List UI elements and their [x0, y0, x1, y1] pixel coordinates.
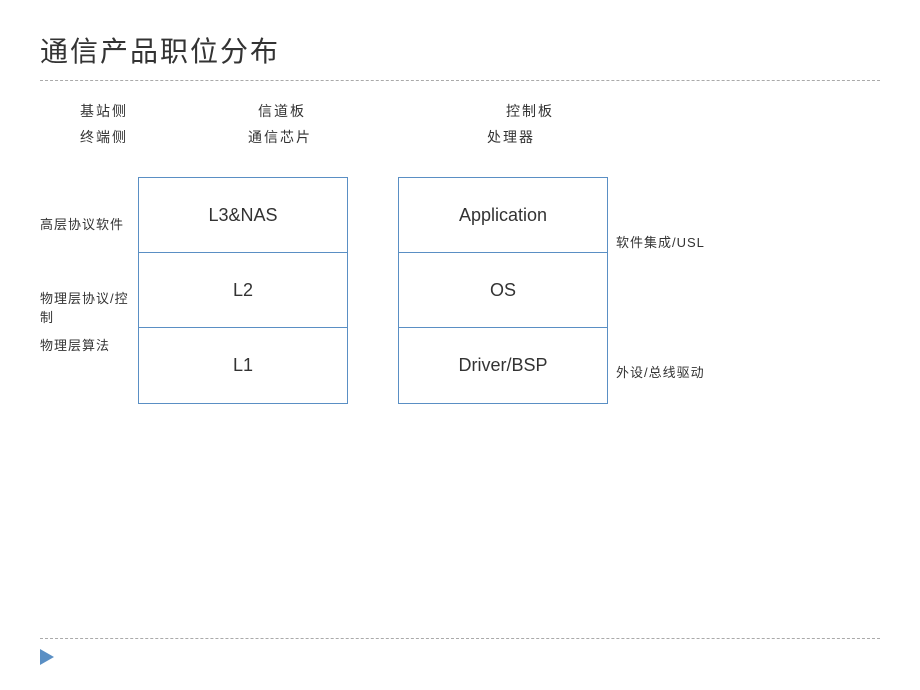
label-chuliji: 处理器: [487, 127, 535, 147]
stack-right-label-1: OS: [490, 280, 516, 301]
left-label-top: 高层协议软件: [40, 178, 130, 258]
right-label-mid: 外设/总线驱动: [616, 315, 716, 385]
footer-divider: [40, 638, 880, 639]
right-labels: 软件集成/USL 外设/总线驱动: [616, 177, 716, 404]
footer-arrow-icon: [40, 649, 54, 665]
label-phy-algo: 物理层算法: [40, 335, 110, 354]
title-divider: [40, 80, 880, 81]
label-xindaoban: 信道板: [258, 101, 306, 121]
stack-right-label-0: Application: [459, 205, 547, 226]
label-high-protocol: 高层协议软件: [40, 214, 124, 233]
stack-left-label-2: L1: [233, 355, 253, 376]
label-kongzhiban: 控制板: [506, 101, 554, 121]
stack-right: Application OS Driver/BSP: [398, 177, 608, 404]
left-labels: 高层协议软件 物理层协议/控制 物理层算法: [40, 177, 130, 404]
stack-left-cell-2: L1: [139, 328, 347, 403]
stack-left-cell-1: L2: [139, 253, 347, 328]
stack-right-cell-0: Application: [399, 178, 607, 253]
label-peripheral: 外设/总线驱动: [616, 362, 705, 381]
left-label-mid: 物理层协议/控制: [40, 260, 130, 330]
boxes-group: L3&NAS L2 L1 Application OS Driver/BSP: [138, 177, 608, 404]
right-label-top: 软件集成/USL: [616, 196, 716, 276]
labels-row-2: 终端侧 通信芯片 处理器: [40, 127, 880, 147]
page: 通信产品职位分布 基站侧 信道板 控制板 终端侧 通信芯片 处理器 高层协议软件…: [0, 0, 920, 690]
label-software-integration: 软件集成/USL: [616, 232, 705, 251]
stack-left-cell-0: L3&NAS: [139, 178, 347, 253]
stack-left-label-0: L3&NAS: [208, 205, 277, 226]
footer-section: [40, 638, 880, 670]
stack-left-label-1: L2: [233, 280, 253, 301]
stack-right-cell-1: OS: [399, 253, 607, 328]
stack-left: L3&NAS L2 L1: [138, 177, 348, 404]
stack-right-label-2: Driver/BSP: [458, 355, 547, 376]
label-jizhan: 基站侧: [80, 101, 128, 121]
stack-right-cell-2: Driver/BSP: [399, 328, 607, 403]
title-section: 通信产品职位分布: [40, 30, 880, 81]
label-zhongduan: 终端侧: [80, 127, 128, 147]
label-phy-protocol: 物理层协议/控制: [40, 288, 130, 326]
label-tongxinxinpian: 通信芯片: [248, 127, 312, 147]
left-label-bot: 物理层算法: [40, 333, 130, 403]
diagram-area: 高层协议软件 物理层协议/控制 物理层算法 L3&NAS L2 L1: [40, 177, 880, 404]
page-title: 通信产品职位分布: [40, 30, 880, 70]
labels-row-1: 基站侧 信道板 控制板: [40, 101, 880, 121]
